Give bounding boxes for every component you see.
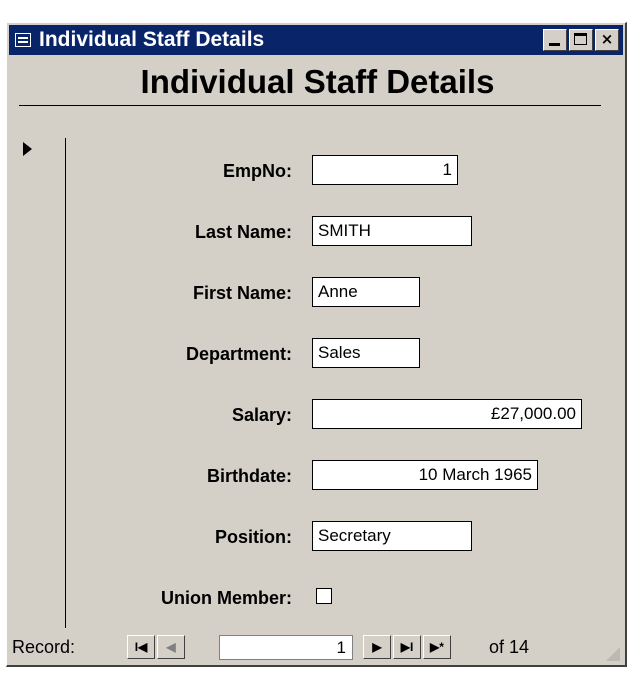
position-field[interactable]: Secretary (312, 521, 472, 551)
empno-field[interactable]: 1 (312, 155, 458, 185)
first-record-icon: I◀ (134, 640, 148, 654)
next-record-icon: ▶ (372, 640, 382, 654)
close-button[interactable]: × (595, 29, 619, 51)
first-name-row: First Name: Anne (7, 277, 628, 311)
resize-grip-icon[interactable] (604, 645, 620, 661)
record-count: of 14 (489, 637, 530, 657)
close-icon: × (600, 30, 614, 48)
maximize-icon (574, 33, 587, 45)
last-name-field[interactable]: SMITH (312, 216, 472, 246)
last-record-button[interactable]: ▶I (393, 635, 421, 659)
record-label: Record: (12, 637, 76, 657)
salary-row: Salary: £27,000.00 (7, 399, 628, 433)
form-title: Individual Staff Details (140, 63, 495, 100)
last-name-row: Last Name: SMITH (7, 216, 628, 250)
first-record-button[interactable]: I◀ (127, 635, 155, 659)
department-field[interactable]: Sales (312, 338, 420, 368)
previous-record-button[interactable]: ◀ (157, 635, 185, 659)
first-name-field[interactable]: Anne (312, 277, 420, 307)
title-bar[interactable]: Individual Staff Details × (9, 25, 623, 55)
next-record-button[interactable]: ▶ (363, 635, 391, 659)
empno-label: EmpNo: (223, 161, 292, 181)
form-header-divider (19, 105, 601, 106)
new-record-icon: ▶* (430, 640, 444, 654)
last-record-icon: ▶I (400, 640, 414, 654)
window-title: Individual Staff Details (39, 28, 265, 51)
last-name-label: Last Name: (194, 222, 292, 242)
form-icon (15, 33, 31, 47)
union-member-row: Union Member: (7, 582, 628, 616)
form-window: Individual Staff Details × Individual St… (6, 22, 627, 667)
salary-label: Salary: (231, 405, 292, 425)
position-row: Position: Secretary (7, 521, 628, 555)
birthdate-field[interactable]: 10 March 1965 (312, 460, 538, 490)
empno-row: EmpNo: 1 (7, 155, 628, 189)
position-label: Position: (215, 527, 292, 547)
maximize-button[interactable] (569, 29, 593, 51)
minimize-icon (549, 43, 560, 46)
first-name-label: First Name: (192, 283, 292, 303)
birthdate-label: Birthdate: (207, 466, 292, 486)
record-navigation-bar: Record: I◀ ◀ 1 ▶ ▶I ▶* of 14 (7, 631, 622, 663)
department-row: Department: Sales (7, 338, 628, 372)
union-member-checkbox[interactable] (316, 588, 332, 604)
salary-field[interactable]: £27,000.00 (312, 399, 582, 429)
union-member-label: Union Member: (160, 588, 292, 608)
new-record-button[interactable]: ▶* (423, 635, 451, 659)
current-record-arrow-icon (23, 142, 32, 156)
department-label: Department: (185, 344, 292, 364)
current-record-input[interactable]: 1 (219, 635, 353, 660)
birthdate-row: Birthdate: 10 March 1965 (7, 460, 628, 494)
minimize-button[interactable] (543, 29, 567, 51)
previous-record-icon: ◀ (166, 640, 176, 654)
